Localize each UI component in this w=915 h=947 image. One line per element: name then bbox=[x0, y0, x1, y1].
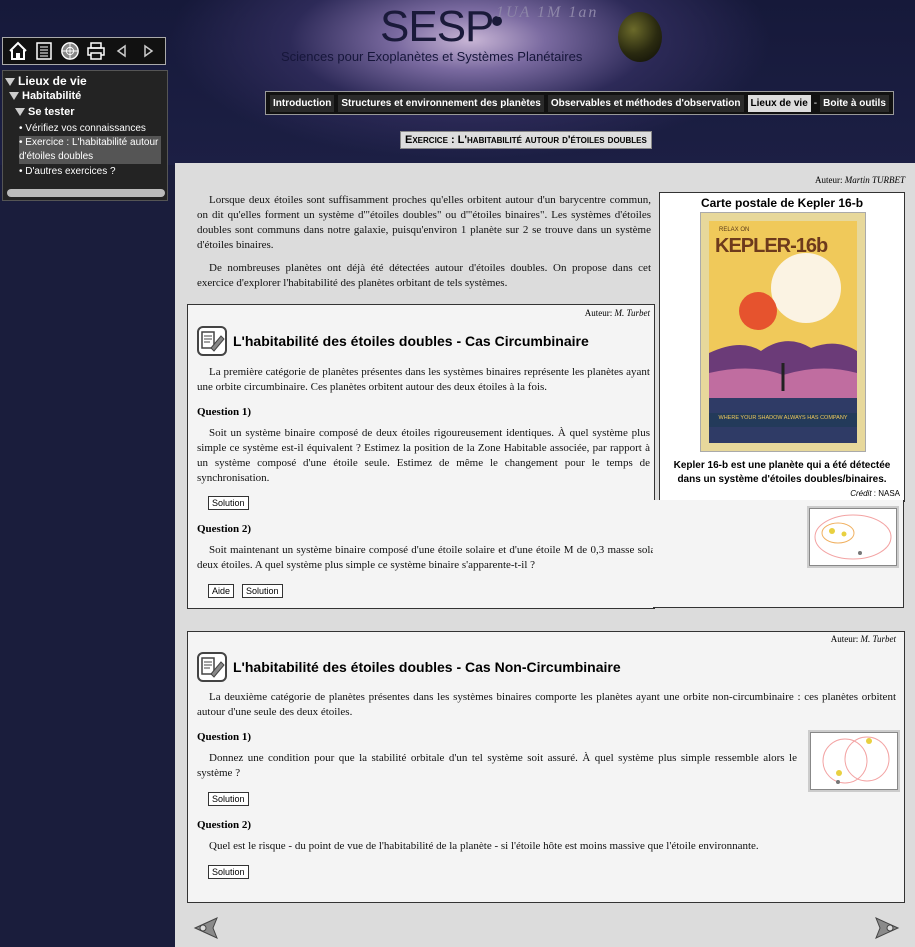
block-header: L'habitabilité des étoiles doubles - Cas… bbox=[197, 652, 621, 682]
tree-node-habitabilite[interactable]: Habitabilité bbox=[9, 90, 81, 102]
poster-relax-text: RELAX ON bbox=[719, 227, 750, 233]
question-text: Quel est le risque - du point de vue de … bbox=[209, 840, 759, 852]
toolbar bbox=[2, 37, 166, 65]
kepler-16b-poster-image[interactable]: RELAX ON KEPLER-16b WHERE YOUR SHADOW AL… bbox=[700, 212, 866, 452]
block-title: L'habitabilité des étoiles doubles - Cas… bbox=[233, 659, 621, 675]
block-header: L'habitabilité des étoiles doubles - Cas… bbox=[197, 326, 589, 356]
tree-node-se-tester[interactable]: Se tester bbox=[15, 106, 74, 118]
intro-text: Lorsque deux étoiles sont suffisamment p… bbox=[197, 193, 651, 299]
solution-button[interactable]: Solution bbox=[208, 496, 249, 510]
nav-introduction[interactable]: Introduction bbox=[270, 94, 335, 112]
nav-structures[interactable]: Structures et environnement des planètes bbox=[338, 94, 544, 112]
outline-tree: Lieux de vie Habitabilité Se tester • Vé… bbox=[2, 70, 168, 201]
question-label: Question 1) bbox=[197, 406, 252, 418]
postcard-figure: Carte postale de Kepler 16-b RELAX ON KE… bbox=[659, 192, 905, 502]
nav-separator: - bbox=[813, 97, 818, 109]
exercise-pencil-icon bbox=[197, 652, 227, 682]
outline-icon[interactable] bbox=[34, 41, 54, 61]
planet-image bbox=[618, 12, 662, 62]
question-text: Donnez une condition pour que la stabili… bbox=[197, 752, 797, 779]
next-page-arrow-icon[interactable] bbox=[872, 916, 900, 940]
poster-slogan-text: WHERE YOUR SHADOW ALWAYS HAS COMPANY bbox=[718, 415, 848, 421]
help-button[interactable]: Aide bbox=[208, 584, 235, 598]
page-title: Exercice : L'habitabilité autour d'étoil… bbox=[400, 131, 652, 149]
intro-paragraph: De nombreuses planètes ont déjà été déte… bbox=[197, 262, 651, 289]
next-icon[interactable] bbox=[138, 41, 158, 61]
exercise-block-circumbinaire: Auteur: M. Turbet L'habitabilité des éto… bbox=[187, 304, 797, 609]
previous-page-arrow-icon[interactable] bbox=[193, 916, 221, 940]
expanded-triangle-icon bbox=[5, 77, 15, 86]
expanded-triangle-icon bbox=[9, 92, 19, 101]
intro-paragraph: Lorsque deux étoiles sont suffisamment p… bbox=[197, 194, 651, 251]
nav-boite-a-outils[interactable]: Boite à outils bbox=[820, 94, 889, 112]
non-circumbinary-orbit-thumbnail[interactable] bbox=[810, 732, 898, 790]
question-label: Question 2) bbox=[197, 523, 252, 535]
header-formula: 1UA 1M 1an bbox=[496, 4, 599, 21]
postcard-credit: Crédit : NASA bbox=[850, 489, 900, 498]
page-author: Auteur: Martin TURBET bbox=[814, 175, 905, 185]
poster-title-text: KEPLER-16b bbox=[715, 235, 828, 257]
expanded-triangle-icon bbox=[15, 108, 25, 117]
globe-icon[interactable] bbox=[60, 41, 80, 61]
block-intro: La deuxième catégorie de planètes présen… bbox=[197, 691, 896, 718]
solution-button[interactable]: Solution bbox=[208, 865, 249, 879]
block-author: Auteur: M. Turbet bbox=[584, 308, 650, 318]
postcard-caption: Kepler 16-b est une planète qui a été dé… bbox=[673, 460, 891, 485]
tree-item-exercice-current[interactable]: • Exercice : L'habitabilité autour d'éto… bbox=[19, 136, 161, 164]
main-content: Auteur: Martin TURBET Lorsque deux étoil… bbox=[175, 163, 915, 947]
tree-item-verifiez[interactable]: • Vérifiez vos connaissances bbox=[19, 122, 163, 136]
tree-item-autres-exercices[interactable]: • D'autres exercices ? bbox=[19, 165, 163, 179]
top-navigation: Introduction Structures et environnement… bbox=[265, 91, 894, 115]
exercise-pencil-icon bbox=[197, 326, 227, 356]
postcard-title: Carte postale de Kepler 16-b bbox=[700, 196, 864, 210]
exercise-block-non-circumbinaire: Auteur: M. Turbet L'habitabilité des éto… bbox=[187, 631, 905, 903]
solution-button[interactable]: Solution bbox=[208, 792, 249, 806]
tree-scrollbar[interactable] bbox=[7, 189, 165, 197]
exercise-block-extension bbox=[653, 500, 904, 608]
circumbinary-orbit-thumbnail[interactable] bbox=[809, 508, 897, 566]
tree-node-lieux-de-vie[interactable]: Lieux de vie bbox=[5, 74, 87, 88]
block-author: Auteur: M. Turbet bbox=[830, 634, 896, 644]
site-tagline: Sciences pour Exoplanètes et Systèmes Pl… bbox=[281, 49, 583, 64]
question-label: Question 2) bbox=[197, 819, 252, 831]
home-icon[interactable] bbox=[8, 41, 28, 61]
logo-text: SESP bbox=[380, 2, 494, 51]
question-text: Soit un système binaire composé de deux … bbox=[197, 427, 650, 484]
print-icon[interactable] bbox=[86, 41, 106, 61]
solution-button[interactable]: Solution bbox=[242, 584, 283, 598]
previous-icon[interactable] bbox=[112, 41, 132, 61]
question-label: Question 1) bbox=[197, 731, 252, 743]
nav-observables[interactable]: Observables et méthodes d'observation bbox=[547, 94, 744, 112]
block-title: L'habitabilité des étoiles doubles - Cas… bbox=[233, 333, 589, 349]
block-intro: La première catégorie de planètes présen… bbox=[197, 366, 650, 393]
nav-lieux-de-vie[interactable]: Lieux de vie bbox=[747, 94, 811, 112]
